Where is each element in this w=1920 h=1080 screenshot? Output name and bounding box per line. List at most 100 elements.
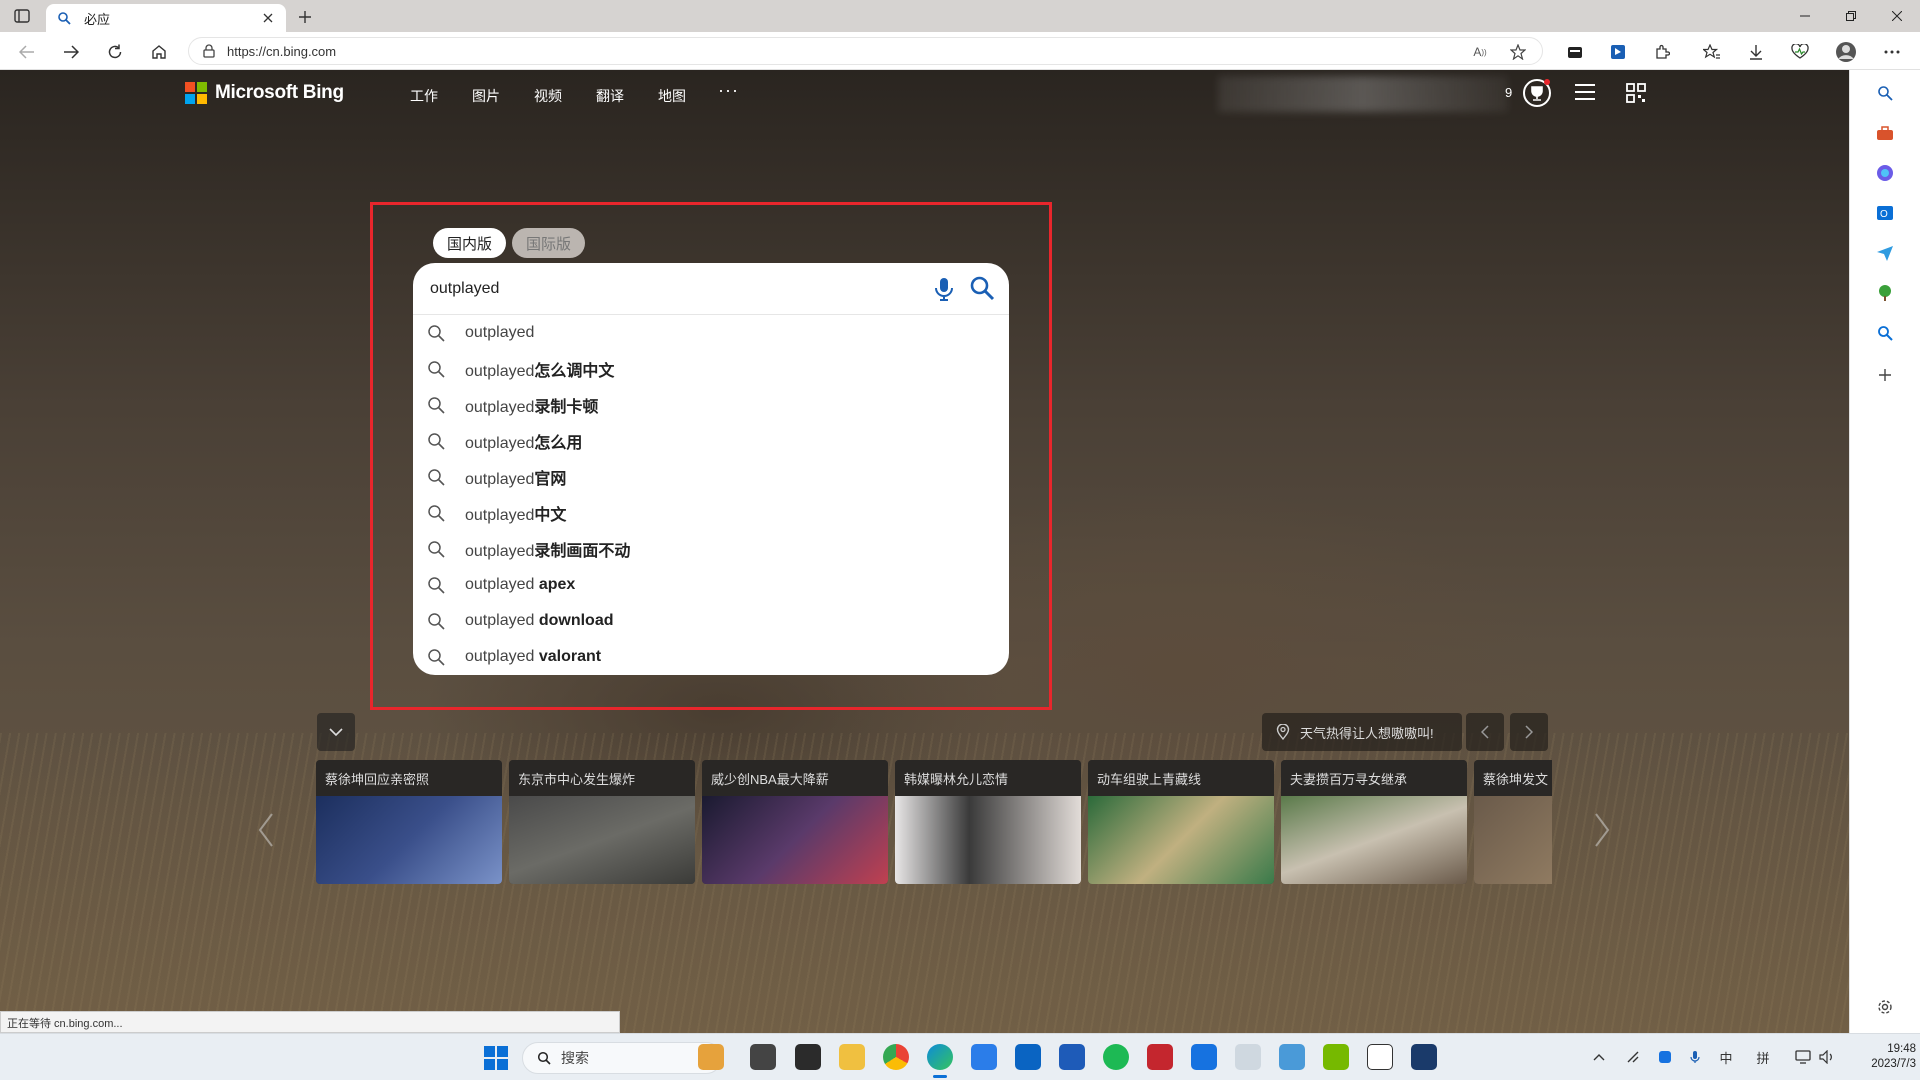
close-tab-icon[interactable] <box>260 10 276 26</box>
nav-videos[interactable]: 视频 <box>534 86 562 106</box>
restore-button[interactable] <box>1828 0 1874 32</box>
sidebar-tree-icon[interactable] <box>1874 282 1896 304</box>
tray-overflow-chevron-icon[interactable] <box>1590 1048 1608 1066</box>
forward-button[interactable] <box>58 39 84 65</box>
taskbar-app-voicemeeter-icon[interactable] <box>1147 1044 1173 1070</box>
taskbar-app-nvidia-icon[interactable] <box>1323 1044 1349 1070</box>
taskbar-app-chrome-icon[interactable] <box>883 1044 909 1070</box>
back-button[interactable] <box>14 39 40 65</box>
sidebar-bing-search-icon[interactable] <box>1874 322 1896 344</box>
hot-topic-banner[interactable]: 天气热得让人想嗷嗷叫! <box>1262 713 1462 751</box>
taskbar-app-edge-icon[interactable] <box>927 1044 953 1070</box>
bing-logo[interactable]: Microsoft Bing <box>185 82 344 104</box>
close-window-button[interactable] <box>1874 0 1920 32</box>
news-card[interactable]: 蔡徐坤回应亲密照 <box>316 760 502 884</box>
browser-toolbar: https://cn.bing.com A)) <box>0 32 1920 70</box>
extension-icon-1[interactable] <box>1563 41 1587 63</box>
suggestion-item[interactable]: outplayed apex <box>413 567 1009 603</box>
performance-icon[interactable] <box>1788 41 1812 63</box>
hamburger-menu-icon[interactable] <box>1574 83 1596 105</box>
tab-actions-button[interactable] <box>10 6 34 26</box>
suggestion-item[interactable]: outplayed valorant <box>413 639 1009 675</box>
taskbar-clock[interactable]: 19:48 2023/7/3 <box>1848 1042 1916 1072</box>
taskbar-app-typora-icon[interactable] <box>1367 1044 1393 1070</box>
sidebar-send-icon[interactable] <box>1874 242 1896 264</box>
taskbar-app-cloud-icon[interactable] <box>1235 1044 1261 1070</box>
favorites-icon[interactable] <box>1700 41 1724 63</box>
suggestion-item[interactable]: outplayed <box>413 315 1009 351</box>
nav-more-button[interactable]: ··· <box>718 80 739 101</box>
nav-work[interactable]: 工作 <box>410 86 438 106</box>
suggestion-item[interactable]: outplayed录制卡顿 <box>413 387 1009 423</box>
extensions-puzzle-icon[interactable] <box>1650 41 1674 63</box>
sidebar-copilot-icon[interactable] <box>1874 162 1896 184</box>
banner-prev-button[interactable] <box>1466 713 1504 751</box>
qr-code-icon[interactable] <box>1626 83 1648 105</box>
start-button[interactable] <box>484 1046 508 1070</box>
settings-more-button[interactable] <box>1880 41 1904 63</box>
tray-ime-lang[interactable]: 中 <box>1717 1048 1735 1066</box>
taskbar-app-game-icon[interactable] <box>1411 1044 1437 1070</box>
profile-avatar[interactable] <box>1834 41 1858 63</box>
suggestion-item[interactable]: outplayed录制画面不动 <box>413 531 1009 567</box>
tab-domestic[interactable]: 国内版 <box>433 228 507 258</box>
taskbar-search[interactable]: 搜索 <box>522 1042 722 1074</box>
taskbar-app-store-icon[interactable] <box>1059 1044 1085 1070</box>
downloads-icon[interactable] <box>1744 41 1768 63</box>
suggestion-prefix: outplayed <box>465 435 535 452</box>
minimize-button[interactable] <box>1782 0 1828 32</box>
nav-images[interactable]: 图片 <box>472 86 500 106</box>
taskbar-app-assistant-icon[interactable] <box>1191 1044 1217 1070</box>
read-aloud-icon[interactable]: A)) <box>1469 41 1491 63</box>
suggestion-item[interactable]: outplayed中文 <box>413 495 1009 531</box>
extension-icon-2[interactable] <box>1606 41 1630 63</box>
nav-translate[interactable]: 翻译 <box>596 86 624 106</box>
tray-volume-icon[interactable] <box>1818 1048 1836 1066</box>
suggestion-completion: download <box>538 612 614 629</box>
suggestion-item[interactable]: outplayed download <box>413 603 1009 639</box>
sidebar-settings-icon[interactable] <box>1874 996 1896 1018</box>
taskbar-app-taskview-icon[interactable] <box>750 1044 776 1070</box>
tray-microphone-icon[interactable] <box>1686 1048 1704 1066</box>
taskbar-app-spotify-icon[interactable] <box>1103 1044 1129 1070</box>
search-submit-icon[interactable] <box>969 275 997 303</box>
sidebar-tools-icon[interactable] <box>1874 122 1896 144</box>
address-bar[interactable]: https://cn.bing.com A)) <box>188 37 1543 65</box>
tray-ime-mode[interactable]: 拼 <box>1754 1048 1772 1066</box>
news-card[interactable]: 威少创NBA最大降薪 <box>702 760 888 884</box>
news-card[interactable]: 蔡徐坤发文 <box>1474 760 1552 884</box>
tray-network-icon[interactable] <box>1624 1048 1642 1066</box>
tray-display-icon[interactable] <box>1794 1048 1812 1066</box>
nav-maps[interactable]: 地图 <box>658 86 686 106</box>
rewards-trophy-icon[interactable] <box>1522 78 1552 108</box>
voice-search-icon[interactable] <box>933 275 955 303</box>
favorite-star-icon[interactable] <box>1507 41 1529 63</box>
taskbar-app-todo-icon[interactable] <box>971 1044 997 1070</box>
news-card[interactable]: 夫妻攒百万寻女继承 <box>1281 760 1467 884</box>
taskbar-app-outlook-icon[interactable] <box>1015 1044 1041 1070</box>
home-button[interactable] <box>146 39 172 65</box>
refresh-button[interactable] <box>102 39 128 65</box>
tray-assistant-icon[interactable] <box>1656 1048 1674 1066</box>
news-next-arrow-icon[interactable] <box>1592 810 1612 850</box>
sidebar-add-icon[interactable] <box>1874 364 1896 386</box>
taskbar-app-explorer-icon[interactable] <box>839 1044 865 1070</box>
news-card[interactable]: 韩媒曝林允儿恋情 <box>895 760 1081 884</box>
suggestion-item[interactable]: outplayed怎么用 <box>413 423 1009 459</box>
taskbar-app-toolbox-icon[interactable] <box>698 1044 724 1070</box>
news-card[interactable]: 东京市中心发生爆炸 <box>509 760 695 884</box>
search-input[interactable] <box>428 275 908 303</box>
sidebar-search-icon[interactable] <box>1874 82 1896 104</box>
news-prev-arrow-icon[interactable] <box>256 810 276 850</box>
tab-international[interactable]: 国际版 <box>512 228 586 258</box>
browser-tab-bing[interactable]: 必应 <box>46 4 286 32</box>
new-tab-button[interactable] <box>294 6 316 28</box>
collapse-news-button[interactable] <box>317 713 355 751</box>
suggestion-item[interactable]: outplayed官网 <box>413 459 1009 495</box>
news-card[interactable]: 动车组驶上青藏线 <box>1088 760 1274 884</box>
banner-next-button[interactable] <box>1510 713 1548 751</box>
taskbar-app-terminal-icon[interactable] <box>795 1044 821 1070</box>
suggestion-item[interactable]: outplayed怎么调中文 <box>413 351 1009 387</box>
sidebar-outlook-icon[interactable]: O <box>1874 202 1896 224</box>
taskbar-app-photos-icon[interactable] <box>1279 1044 1305 1070</box>
